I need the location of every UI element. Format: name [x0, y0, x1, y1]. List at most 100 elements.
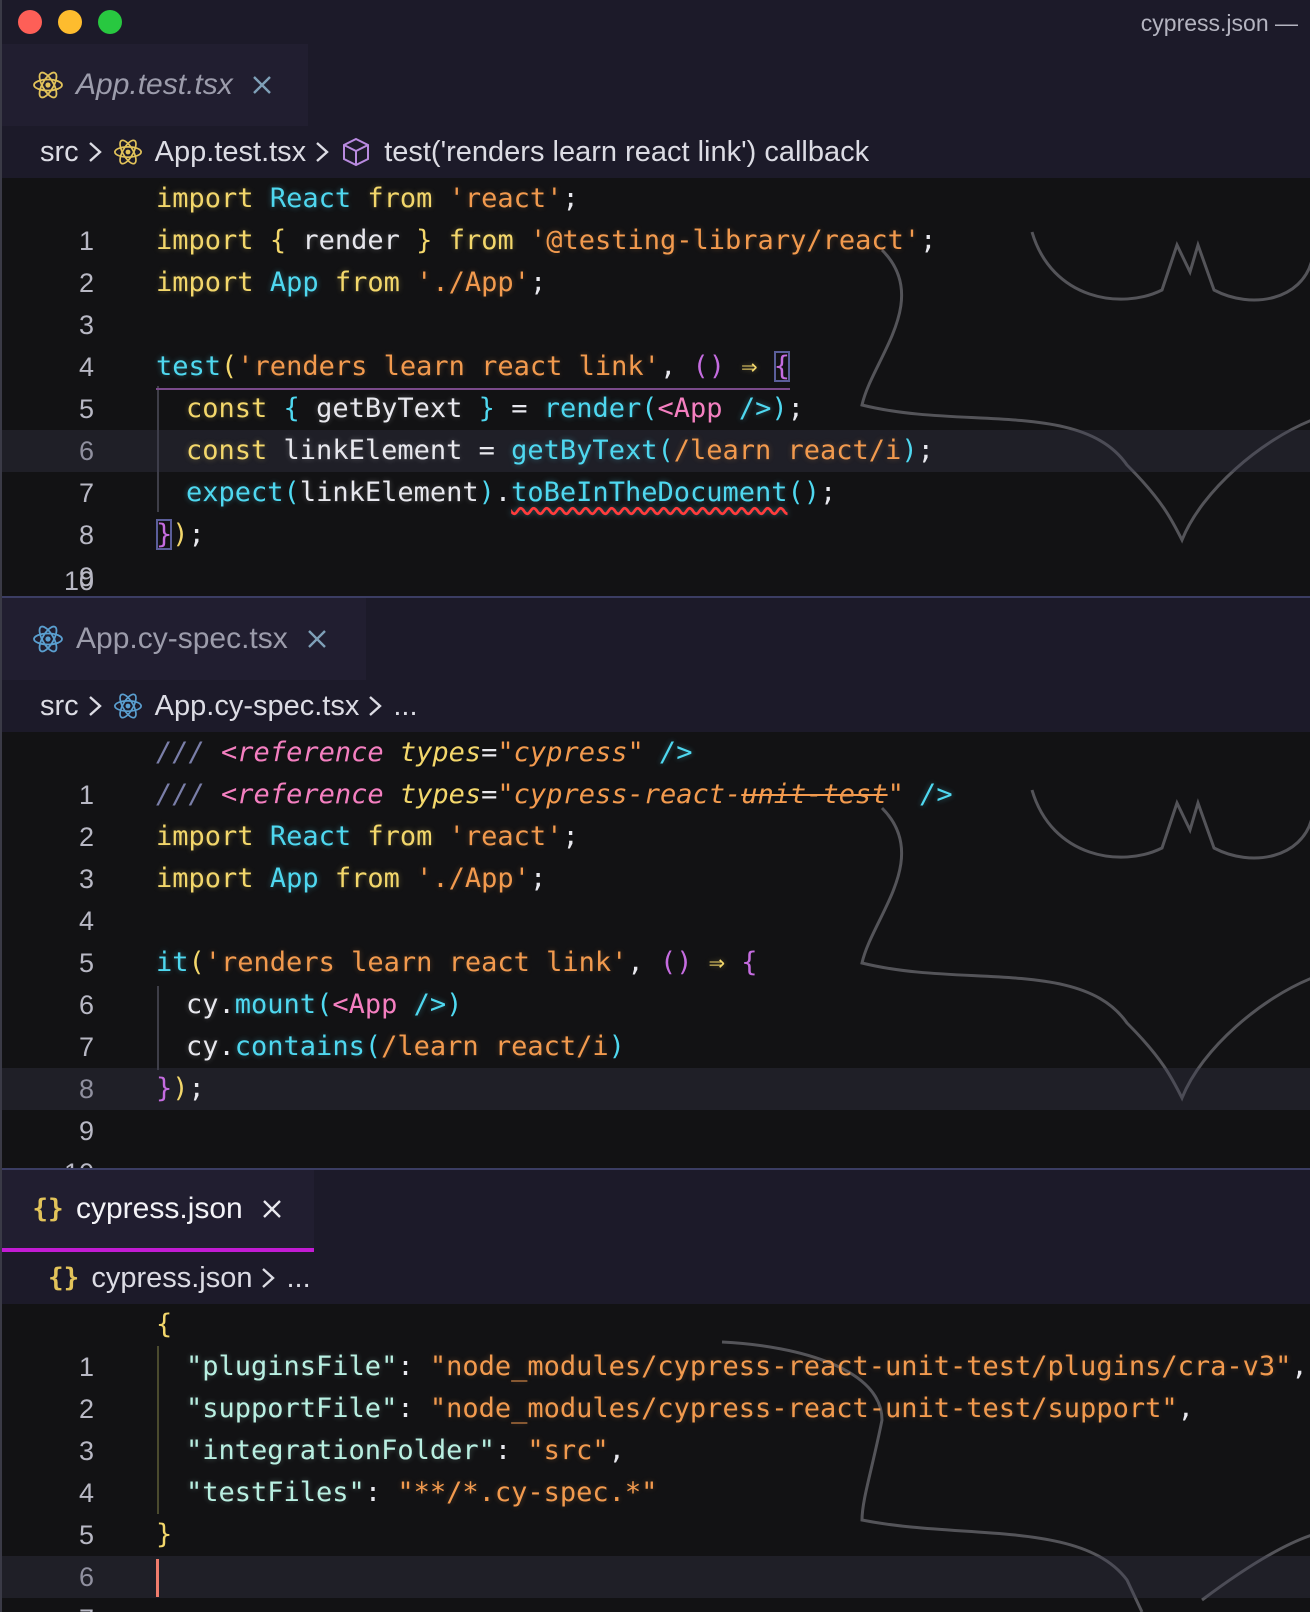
- editor-pane-cypress-json: {} cypress.json {} cypress.json ... 1 { …: [2, 1170, 1310, 1612]
- code-line[interactable]: 1 {: [2, 1304, 1310, 1382]
- bracket: {: [773, 351, 791, 382]
- code-line[interactable]: 10: [2, 1110, 1310, 1168]
- bracket: }: [156, 519, 173, 550]
- code-line[interactable]: 10: [2, 556, 1310, 596]
- json-braces-icon: {}: [48, 1263, 80, 1293]
- code-line[interactable]: 2 /// <reference types="cypress-react-un…: [2, 774, 1310, 852]
- close-window-button[interactable]: [18, 10, 42, 34]
- bracket: (: [657, 435, 674, 466]
- regex-literal: /learn react/i: [673, 435, 902, 466]
- tab-label: App.test.tsx: [76, 68, 233, 101]
- line-number: 10: [2, 1152, 94, 1168]
- keyword: const: [186, 393, 268, 424]
- editor-window: cypress.json — App.test.tsx src App.test…: [0, 0, 1310, 1612]
- string-literal: 'react': [448, 183, 563, 214]
- json-key: "testFiles": [186, 1477, 365, 1508]
- code-line[interactable]: 6 const { getByText } = render(<App />);: [2, 388, 1310, 466]
- string-literal: 'renders learn react link': [237, 351, 660, 382]
- code-editor[interactable]: 1 { 2 "pluginsFile": "node_modules/cypre…: [2, 1304, 1310, 1612]
- punctuation: ;: [787, 393, 804, 424]
- minimize-window-button[interactable]: [58, 10, 82, 34]
- code-line[interactable]: 7: [2, 1556, 1310, 1612]
- breadcrumb-symbol[interactable]: test('renders learn react link') callbac…: [384, 136, 869, 169]
- json-string-value: "src": [527, 1435, 609, 1466]
- json-string-value: "node_modules/cypress-react-unit-test/su…: [429, 1393, 1178, 1424]
- breadcrumb-folder[interactable]: src: [40, 690, 79, 723]
- json-string-value: "node_modules/cypress-react-unit-test/pl…: [429, 1351, 1292, 1382]
- code-editor[interactable]: 1 import React from 'react'; 2 import { …: [2, 178, 1310, 596]
- code-line[interactable]: 4 "integrationFolder": "src",: [2, 1430, 1310, 1508]
- json-key: "integrationFolder": [186, 1435, 495, 1466]
- tab-app-test[interactable]: App.test.tsx: [2, 44, 308, 126]
- punctuation: ;: [820, 477, 837, 508]
- bracket: (): [659, 947, 693, 978]
- punctuation: ,: [627, 947, 644, 978]
- code-line[interactable]: 3 import React from 'react';: [2, 816, 1310, 894]
- code-line[interactable]: 2 import { render } from '@testing-libra…: [2, 220, 1310, 298]
- breadcrumb-symbol[interactable]: ...: [393, 690, 417, 723]
- close-icon[interactable]: [304, 626, 330, 652]
- bracket: (: [188, 947, 205, 978]
- keyword: from: [367, 183, 433, 214]
- zoom-window-button[interactable]: [98, 10, 122, 34]
- bracket: {: [156, 1309, 173, 1340]
- code-line[interactable]: 9 });: [2, 514, 1310, 592]
- breadcrumb-file[interactable]: cypress.json: [91, 1262, 252, 1295]
- code-line[interactable]: 4 import App from './App';: [2, 858, 1310, 936]
- breadcrumb-file[interactable]: App.test.tsx: [155, 136, 307, 169]
- bracket: ): [172, 1073, 189, 1104]
- keyword: from: [334, 863, 400, 894]
- punctuation: ;: [529, 863, 547, 894]
- keyword: import: [156, 267, 254, 298]
- code-line[interactable]: 3 "supportFile": "node_modules/cypress-r…: [2, 1388, 1310, 1466]
- identifier: getByText: [316, 393, 463, 424]
- code-line[interactable]: 4: [2, 304, 1310, 382]
- window-title: cypress.json —: [1140, 10, 1298, 36]
- bracket: }: [416, 225, 433, 256]
- bracket: (: [283, 477, 300, 508]
- bracket: ): [172, 519, 189, 550]
- breadcrumb-folder[interactable]: src: [40, 136, 79, 169]
- close-icon[interactable]: [249, 72, 275, 98]
- close-icon[interactable]: [259, 1196, 285, 1222]
- tab-cy-spec[interactable]: App.cy-spec.tsx: [2, 598, 366, 680]
- code-line[interactable]: 7 const linkElement = getByText(/learn r…: [2, 430, 1310, 508]
- keyword: from: [448, 225, 514, 256]
- code-line[interactable]: 3 import App from './App';: [2, 262, 1310, 340]
- code-editor[interactable]: 1 /// <reference types="cypress" /> 2 //…: [2, 732, 1310, 1168]
- breadcrumb-symbol[interactable]: ...: [286, 1262, 310, 1295]
- code-line[interactable]: 8 cy.contains(/learn react/i): [2, 1026, 1310, 1104]
- breadcrumb-file[interactable]: App.cy-spec.tsx: [155, 690, 360, 723]
- code-line[interactable]: 9 });: [2, 1068, 1310, 1146]
- bracket: }: [156, 1073, 173, 1104]
- code-line[interactable]: 6 it('renders learn react link', () ⇒ {: [2, 942, 1310, 1020]
- function-name: render: [543, 393, 642, 424]
- code-line[interactable]: 5: [2, 900, 1310, 978]
- identifier: linkElement: [299, 477, 479, 508]
- tab-cypress-json[interactable]: {} cypress.json: [2, 1170, 314, 1252]
- bracket: ): [608, 1031, 625, 1062]
- code-line[interactable]: 7 cy.mount(<App />): [2, 984, 1310, 1062]
- code-line[interactable]: 5 "testFiles": "**/*.cy-spec.*": [2, 1472, 1310, 1550]
- breadcrumb: src App.cy-spec.tsx ...: [2, 680, 1310, 732]
- operator: =: [481, 779, 498, 810]
- punctuation: ;: [188, 519, 205, 550]
- bracket: }: [156, 1519, 173, 1550]
- bracket: (: [316, 989, 333, 1020]
- jsx-tag: <reference: [221, 737, 384, 768]
- jsx-tag: <App: [332, 989, 398, 1020]
- code-line[interactable]: 2 "pluginsFile": "node_modules/cypress-r…: [2, 1346, 1310, 1424]
- code-line[interactable]: 8 expect(linkElement).toBeInTheDocument(…: [2, 472, 1310, 550]
- json-key: "supportFile": [186, 1393, 398, 1424]
- tab-bar: App.cy-spec.tsx: [2, 598, 1310, 680]
- code-line[interactable]: 1 import React from 'react';: [2, 178, 1310, 256]
- string-literal: './App': [416, 267, 530, 298]
- error-method-name[interactable]: toBeInTheDocument: [511, 477, 787, 508]
- code-line[interactable]: 1 /// <reference types="cypress" />: [2, 732, 1310, 810]
- react-icon: [113, 137, 143, 167]
- code-line[interactable]: 6 }: [2, 1514, 1310, 1592]
- code-line[interactable]: 5 test('renders learn react link', () ⇒ …: [2, 346, 1310, 424]
- punctuation: ;: [529, 267, 547, 298]
- punctuation: ,: [608, 1435, 625, 1466]
- operator: =: [481, 737, 498, 768]
